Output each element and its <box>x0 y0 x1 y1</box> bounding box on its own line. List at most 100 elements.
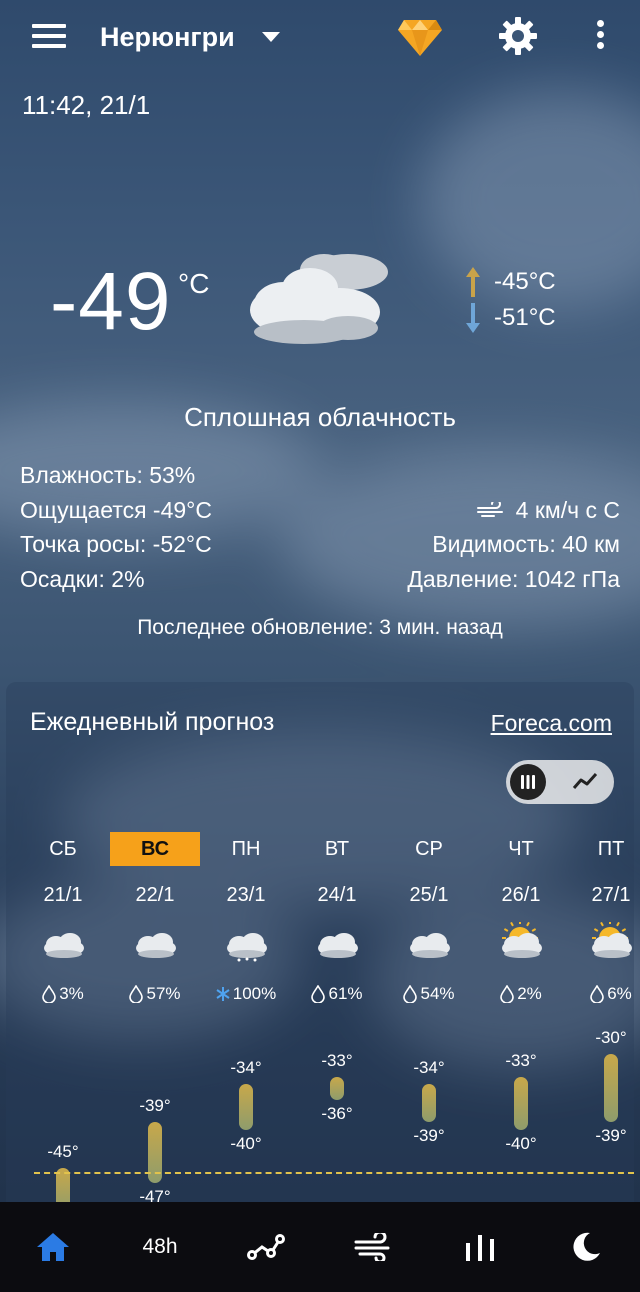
temperature-unit: °C <box>178 268 210 299</box>
temperature-range-bar <box>422 1084 436 1123</box>
raindrop-icon <box>590 985 605 1003</box>
precipitation-chance: 57% <box>110 984 200 1004</box>
temperature-range-bar <box>330 1076 344 1100</box>
cloud-icon <box>410 933 450 958</box>
high-temperature: -33° <box>505 1050 537 1070</box>
bars-view-icon[interactable] <box>510 764 546 800</box>
high-temperature: -45° <box>47 1142 79 1161</box>
raindrop-icon <box>500 985 515 1003</box>
city-name[interactable]: Нерюнгри <box>100 22 235 53</box>
day-name: ПТ <box>597 838 625 860</box>
snowflake-icon <box>216 987 230 1001</box>
dropdown-arrow-icon[interactable] <box>262 32 280 42</box>
temperature-range-bar <box>604 1054 618 1123</box>
visibility: Видимость: 40 км <box>432 531 620 557</box>
day-name: СБ <box>49 838 77 860</box>
cloud-icon <box>318 933 358 958</box>
low-temperature: -39° <box>413 1126 445 1146</box>
bottom-navigation: 48h <box>0 1202 640 1292</box>
high-temperature: -34° <box>230 1058 262 1078</box>
graph-icon <box>247 1234 285 1260</box>
current-datetime: 11:42, 21/1 <box>22 90 151 120</box>
day-name: ВС <box>110 832 200 866</box>
cloud-icon <box>44 933 84 958</box>
today-high-low: -45°C -51°C <box>462 264 556 336</box>
day-date: 27/1 <box>591 884 631 906</box>
low-temperature: -40° <box>230 1134 262 1153</box>
today-high: -45°C <box>494 268 556 295</box>
more-options-icon[interactable] <box>594 20 606 54</box>
dew-point: Точка росы: -52°C <box>20 531 212 557</box>
nav-wind[interactable] <box>333 1202 413 1292</box>
raindrop-icon <box>42 985 57 1003</box>
daily-forecast-title: Ежедневный прогноз <box>30 708 275 736</box>
low-temperature: -39° <box>595 1126 627 1146</box>
bar-chart-icon <box>466 1235 494 1261</box>
chart-view-toggle[interactable] <box>506 760 614 804</box>
hamburger-menu-icon[interactable] <box>32 24 66 48</box>
precipitation-value: 100% <box>232 984 277 1003</box>
nav-bars[interactable] <box>440 1202 520 1292</box>
raindrop-icon <box>311 985 326 1003</box>
day-date: 23/1 <box>226 884 266 906</box>
day-date: 24/1 <box>317 884 357 906</box>
top-bar: Нерюнгри <box>0 0 640 72</box>
humidity: Влажность: 53% <box>20 462 196 488</box>
low-temperature: -36° <box>321 1103 353 1123</box>
temperature-range-bar <box>148 1122 162 1184</box>
day-date: 26/1 <box>501 884 541 906</box>
high-temperature: -39° <box>139 1096 171 1116</box>
high-temperature: -33° <box>321 1050 353 1070</box>
precipitation-value: 61% <box>328 984 363 1003</box>
nav-graph[interactable] <box>226 1202 306 1292</box>
precipitation-chance: 6% <box>566 984 640 1004</box>
nav-home[interactable] <box>13 1202 93 1292</box>
nav-moon[interactable] <box>546 1202 626 1292</box>
last-updated: Последнее обновление: 3 мин. назад <box>137 616 503 639</box>
arrow-up-icon <box>466 267 480 297</box>
precipitation-value: 57% <box>146 984 181 1003</box>
precipitation-value: 3% <box>59 984 84 1003</box>
day-date: 21/1 <box>43 884 83 906</box>
day-name: ЧТ <box>508 838 534 860</box>
nav-48h[interactable]: 48h <box>120 1202 200 1292</box>
wind-icon <box>354 1233 390 1261</box>
home-icon <box>37 1233 69 1261</box>
day-name: ВТ <box>324 838 350 860</box>
precipitation-chance: 100% <box>201 984 291 1004</box>
raindrop-icon <box>129 985 144 1003</box>
high-temperature: -30° <box>595 1028 627 1047</box>
high-temperature: -34° <box>413 1058 445 1078</box>
precipitation: Осадки: 2% <box>20 565 145 592</box>
overcast-cloud-icon <box>250 254 388 344</box>
precipitation-value: 2% <box>517 984 542 1003</box>
temperature-range-bar <box>514 1076 528 1130</box>
gear-icon[interactable] <box>498 16 538 56</box>
feels-like: Ощущается -49°C <box>20 496 212 523</box>
weather-details: Влажность: 53% Ощущается -49°C 4 км/ч с … <box>20 462 620 600</box>
min-temperature-guide <box>34 1172 634 1174</box>
diamond-premium-icon[interactable] <box>398 16 442 56</box>
sun-cloud-icon <box>502 922 542 958</box>
line-view-icon[interactable] <box>572 768 598 794</box>
precipitation-value: 54% <box>420 984 455 1003</box>
sun-cloud-icon <box>592 922 632 958</box>
day-name: СР <box>415 838 443 860</box>
low-temperature: -40° <box>505 1134 537 1153</box>
temperature-range-bar <box>239 1084 253 1130</box>
weather-condition: Сплошная облачность <box>184 402 456 432</box>
day-date: 22/1 <box>135 884 175 906</box>
day-name: ПН <box>231 838 261 860</box>
pressure: Давление: 1042 гПа <box>407 565 620 592</box>
current-temperature: -49 <box>50 256 172 347</box>
precipitation-chance: 61% <box>292 984 382 1004</box>
day-date: 25/1 <box>409 884 449 906</box>
cloud-icon <box>136 933 176 958</box>
precipitation-chance: 54% <box>384 984 474 1004</box>
precipitation-chance: 3% <box>18 984 108 1004</box>
arrow-down-icon <box>466 303 480 333</box>
daily-forecast-card: Ежедневный прогноз Foreca.com СБ 21/1 3% -4… <box>6 682 634 1282</box>
wind-icon <box>476 502 503 517</box>
moon-icon <box>573 1232 600 1261</box>
foreca-link[interactable]: Foreca.com <box>491 710 612 737</box>
